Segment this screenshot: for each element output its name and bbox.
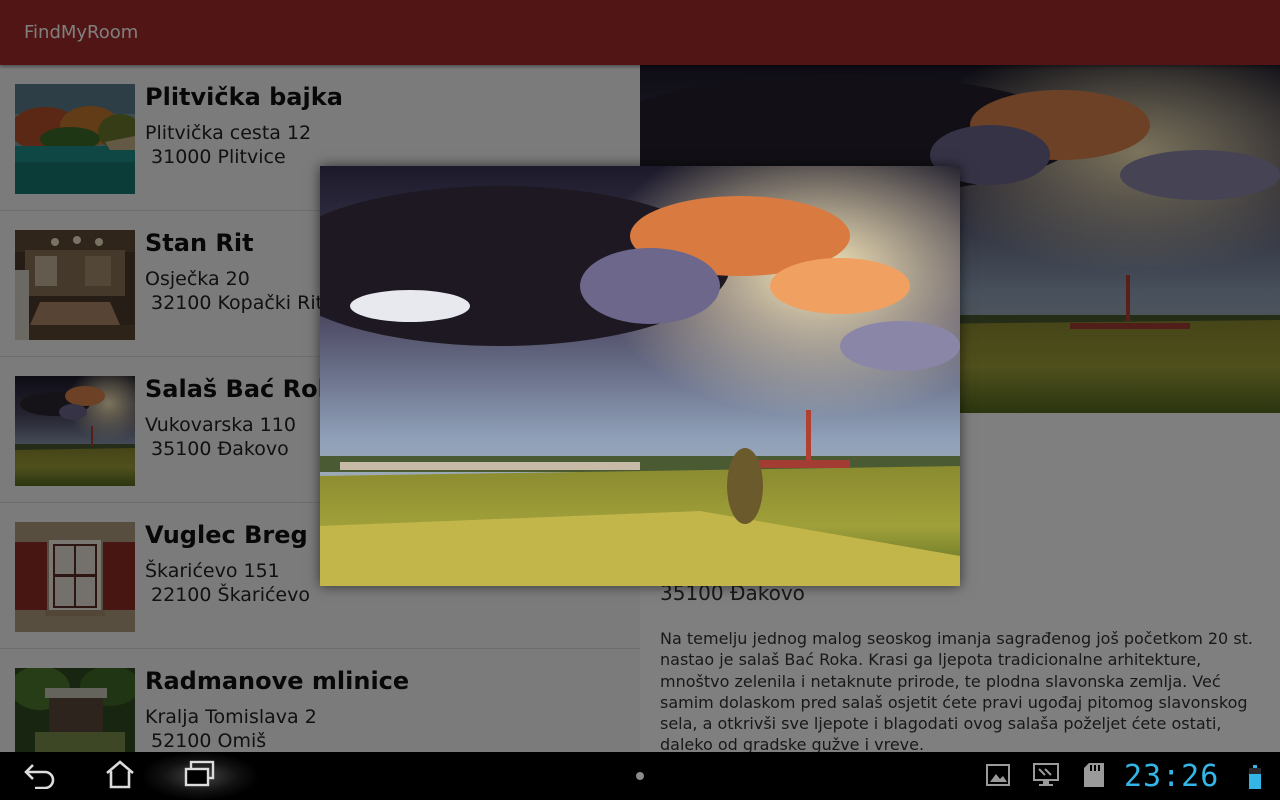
page-indicator-dot xyxy=(636,772,644,780)
battery-icon xyxy=(1249,765,1261,793)
zoomed-photo[interactable] xyxy=(270,166,960,586)
system-navigation-bar: 23:26 xyxy=(0,752,1280,800)
back-icon xyxy=(23,759,57,793)
recent-apps-icon xyxy=(183,760,217,792)
battery-indicator[interactable] xyxy=(1249,765,1261,789)
recent-apps-button[interactable] xyxy=(170,756,230,796)
gallery-icon xyxy=(986,764,1010,790)
sd-card-icon xyxy=(1083,762,1105,792)
screenshot-notification[interactable] xyxy=(1033,763,1059,791)
home-icon xyxy=(104,759,136,793)
sd-card-notification[interactable] xyxy=(1081,762,1107,792)
screenshot-icon xyxy=(1033,763,1059,791)
back-button[interactable] xyxy=(10,756,70,796)
gallery-notification[interactable] xyxy=(985,764,1011,790)
home-button[interactable] xyxy=(90,756,150,796)
status-clock[interactable]: 23:26 xyxy=(1124,759,1219,794)
